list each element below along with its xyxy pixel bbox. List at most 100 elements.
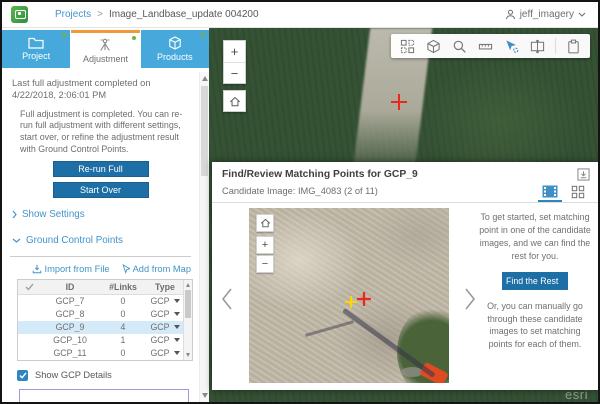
map-toolbar: [391, 34, 590, 58]
gcp-section-title: Ground Control Points: [26, 235, 123, 246]
select-tool-icon[interactable]: [503, 38, 520, 55]
top-bar: Projects > Image_Landbase_update 004200 …: [2, 2, 598, 28]
type-dropdown-caret[interactable]: [174, 299, 180, 303]
single-view-toggle[interactable]: [538, 183, 562, 202]
gcp-table-header: ID #Links Type: [18, 280, 183, 295]
table-row-gcp-9-selected[interactable]: GCP_9 4 GCP: [18, 321, 183, 334]
show-gcp-details-label: Show GCP Details: [35, 370, 112, 380]
matching-points-panel: Find/Review Matching Points for GCP_9 Ca…: [212, 162, 598, 390]
map-zoom-in-button[interactable]: +: [224, 41, 245, 62]
gcp-id: GCP_9: [40, 322, 100, 332]
show-gcp-details-row: Show GCP Details: [17, 370, 199, 381]
gcp-links: 0: [100, 296, 146, 306]
gcp-type: GCP: [150, 322, 169, 332]
clipboard-icon[interactable]: [565, 38, 582, 55]
basemap-icon[interactable]: [425, 38, 442, 55]
column-header-links: #Links: [100, 282, 146, 292]
scroll-thumb[interactable]: [201, 86, 208, 176]
show-gcp-details-checkbox[interactable]: [17, 370, 28, 381]
breadcrumb: Projects > Image_Landbase_update 004200: [55, 9, 259, 20]
chevron-down-icon: [578, 12, 586, 17]
map-zoom-control: + −: [223, 40, 246, 84]
gcp-actions: Import from File Add from Map: [2, 264, 191, 274]
gcp-section-toggle[interactable]: Ground Control Points: [12, 235, 199, 246]
image-shadow-branch: [305, 320, 354, 337]
table-row-gcp-7[interactable]: GCP_7 0 GCP: [18, 295, 183, 308]
measure-icon[interactable]: [477, 38, 494, 55]
gcp-marker-icon[interactable]: [357, 292, 371, 306]
folder-icon: [28, 37, 44, 49]
project-title: Image_Landbase_update 004200: [109, 9, 259, 20]
instruction-primary: To get started, set matching point in on…: [478, 211, 592, 263]
viewer-home-button[interactable]: [256, 214, 274, 232]
panel-tabs: Project Adjustment Products: [2, 28, 209, 68]
scroll-down-arrow[interactable]: [186, 353, 190, 357]
start-over-button[interactable]: Start Over: [53, 182, 149, 198]
previous-image-button[interactable]: [221, 287, 233, 311]
map-zoom-out-button[interactable]: −: [224, 62, 245, 83]
gcp-links: 0: [100, 309, 146, 319]
tab-products[interactable]: Products: [141, 30, 209, 68]
table-row-gcp-10[interactable]: GCP_10 1 GCP: [18, 334, 183, 347]
scroll-down-arrow[interactable]: [202, 393, 208, 398]
user-menu[interactable]: jeff_imagery: [505, 9, 586, 20]
gcp-id: GCP_10: [40, 335, 100, 345]
image-collection-icon[interactable]: [399, 38, 416, 55]
breadcrumb-projects-link[interactable]: Projects: [55, 9, 91, 20]
tab-project[interactable]: Project: [2, 30, 70, 68]
user-icon: [505, 9, 516, 20]
chevron-right-icon: [12, 210, 17, 219]
gcp-type: GCP: [150, 296, 169, 306]
gcp-links: 4: [100, 322, 146, 332]
check-icon: [18, 283, 40, 291]
scroll-thumb[interactable]: [185, 290, 191, 318]
next-image-button[interactable]: [464, 287, 476, 311]
left-panel: Project Adjustment Products Last full ad…: [2, 28, 209, 402]
import-from-file-link[interactable]: Import from File: [32, 264, 110, 274]
breadcrumb-separator: >: [97, 9, 103, 20]
swipe-compare-icon[interactable]: [529, 38, 546, 55]
match-point-marker[interactable]: [345, 296, 357, 308]
chevron-down-icon: [12, 238, 21, 243]
candidate-image-viewer[interactable]: + −: [249, 208, 449, 383]
table-row-gcp-11[interactable]: GCP_11 0 GCP: [18, 347, 183, 360]
type-dropdown-caret[interactable]: [174, 351, 180, 355]
scroll-up-arrow[interactable]: [202, 76, 208, 81]
column-header-id: ID: [40, 282, 100, 292]
gcp-table-rows: GCP_7 0 GCP GCP_8 0 GCP GCP_9 4 GC: [18, 295, 183, 360]
add-from-map-link[interactable]: Add from Map: [122, 264, 191, 274]
matching-panel-title: Find/Review Matching Points for GCP_9: [212, 162, 598, 180]
show-settings-toggle[interactable]: Show Settings: [12, 209, 199, 220]
gcp-id: GCP_7: [40, 296, 100, 306]
rerun-full-button[interactable]: Re-run Full: [53, 161, 149, 177]
gcp-links: 0: [100, 348, 146, 358]
type-dropdown-caret[interactable]: [174, 325, 180, 329]
instruction-secondary: Or, you can manually go through these ca…: [478, 300, 592, 352]
panel-scrollbar[interactable]: [199, 72, 209, 402]
scroll-up-arrow[interactable]: [186, 283, 190, 287]
grid-view-toggle[interactable]: [566, 183, 590, 202]
viewer-zoom-in-button[interactable]: +: [256, 236, 274, 254]
tab-adjustment[interactable]: Adjustment: [71, 30, 139, 68]
gcp-id: GCP_11: [40, 348, 100, 358]
gcp-links: 1: [100, 335, 146, 345]
gcp-marker-icon[interactable]: [391, 94, 407, 110]
collapse-panel-icon[interactable]: [577, 168, 590, 181]
adjustment-panel-content: Last full adjustment completed on 4/22/2…: [2, 72, 199, 402]
gcp-type: GCP: [150, 309, 169, 319]
table-row-gcp-8[interactable]: GCP_8 0 GCP: [18, 308, 183, 321]
tab-label: Adjustment: [83, 54, 128, 64]
tab-label: Project: [22, 51, 50, 61]
type-dropdown-caret[interactable]: [174, 312, 180, 316]
type-dropdown-caret[interactable]: [174, 338, 180, 342]
table-scrollbar[interactable]: [183, 280, 192, 360]
search-icon[interactable]: [451, 38, 468, 55]
map-home-button[interactable]: [223, 90, 246, 112]
cube-icon: [168, 36, 182, 50]
candidate-image-label: Candidate Image: IMG_4083 (2 of 11): [222, 186, 378, 202]
view-toggles: [538, 183, 590, 202]
find-the-rest-button[interactable]: Find the Rest: [502, 272, 568, 290]
instructions: To get started, set matching point in on…: [478, 211, 592, 351]
viewer-zoom-out-button[interactable]: −: [256, 255, 274, 273]
gcp-table: ID #Links Type GCP_7 0 GCP GCP_8: [17, 279, 193, 361]
